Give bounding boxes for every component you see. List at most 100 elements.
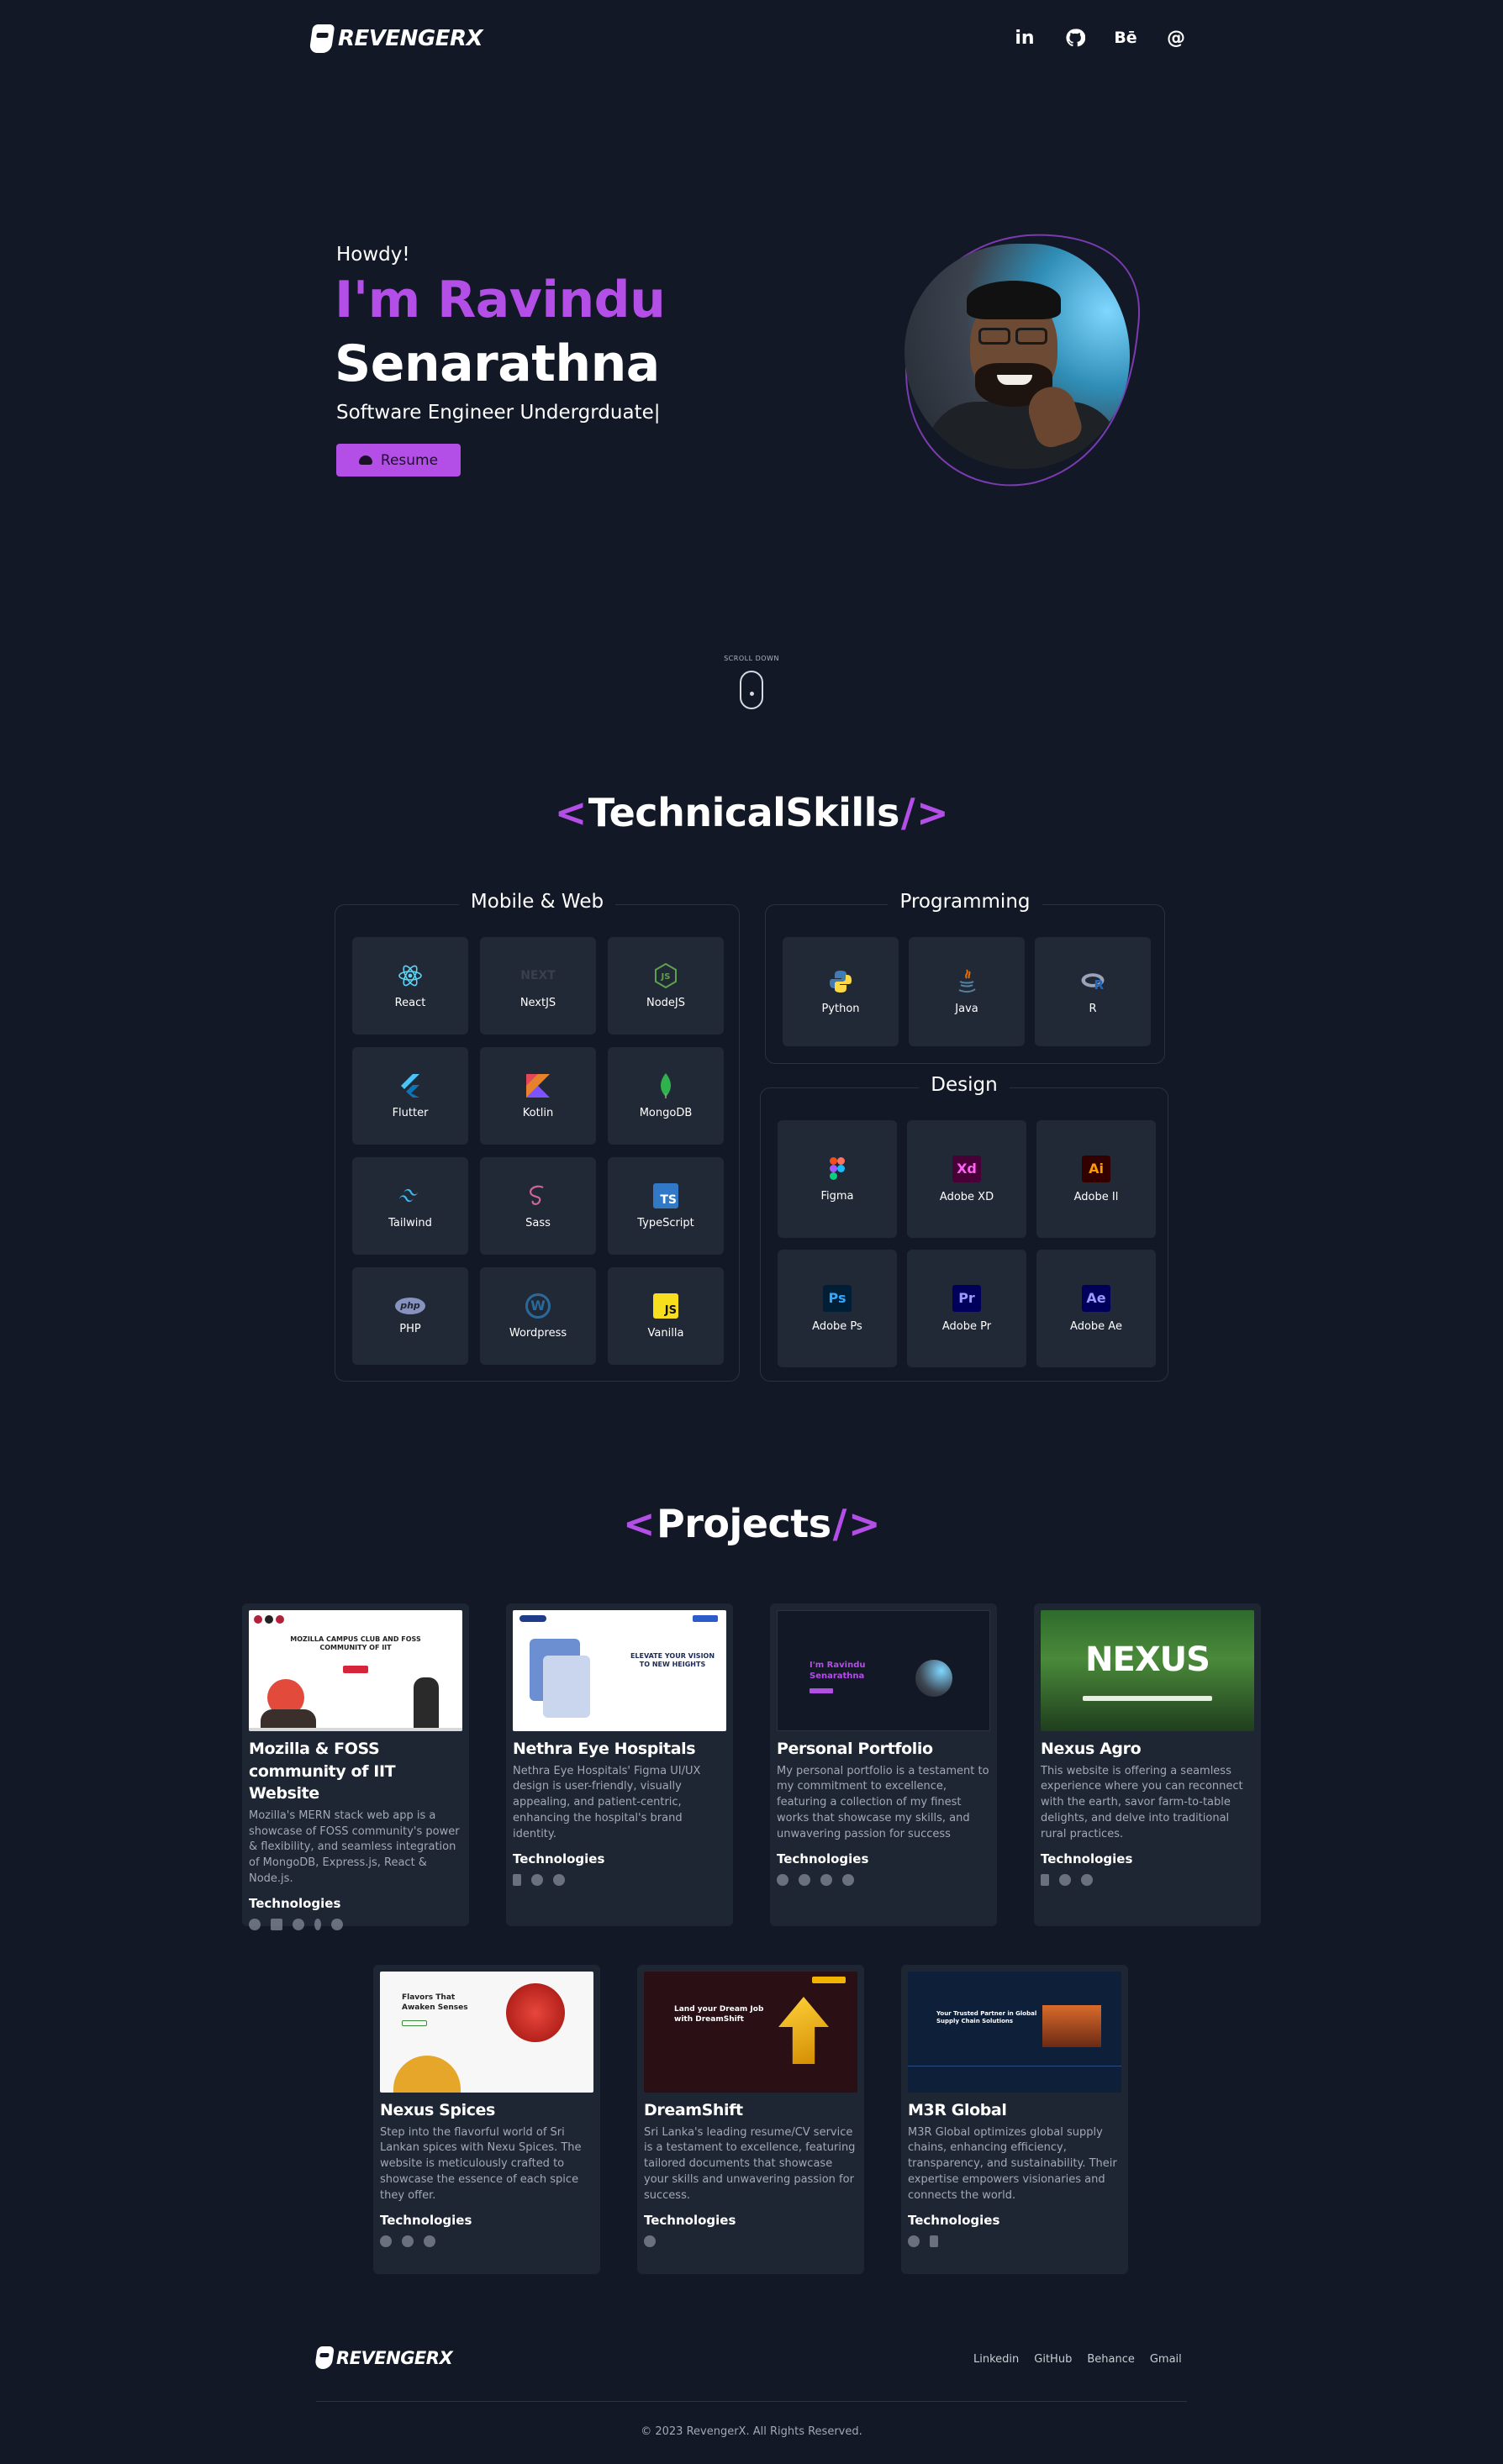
footer-link-behance[interactable]: Behance	[1087, 2353, 1135, 2366]
github-icon[interactable]	[1059, 22, 1091, 54]
skill-tile-adobe-ps[interactable]: Ps Adobe Ps	[778, 1250, 897, 1367]
skill-tile-r[interactable]: R R	[1035, 937, 1151, 1046]
project-title: Personal Portfolio	[777, 1740, 933, 1758]
skill-label: MongoDB	[639, 1106, 693, 1119]
logo-text: REVENGERX	[338, 26, 483, 51]
tailwind-icon	[799, 1873, 810, 1886]
skill-tile-vanilla[interactable]: JS Vanilla	[608, 1267, 724, 1365]
site-logo[interactable]: REVENGERX	[309, 22, 483, 55]
react-icon	[398, 963, 423, 988]
skill-tile-kotlin[interactable]: Kotlin	[480, 1047, 596, 1145]
skill-tile-flutter[interactable]: Flutter	[352, 1047, 468, 1145]
skill-tile-adobe-pr[interactable]: Pr Adobe Pr	[907, 1250, 1026, 1367]
skill-tile-python[interactable]: Python	[783, 937, 899, 1046]
tech-icon-row	[249, 1916, 462, 1933]
skill-tile-adobe-xd[interactable]: Xd Adobe XD	[907, 1120, 1026, 1238]
wordpress-icon: W	[525, 1293, 551, 1319]
project-title: M3R Global	[908, 2101, 1007, 2119]
profile-photo-frame	[901, 234, 1142, 487]
footer-link-github[interactable]: GitHub	[1034, 2353, 1072, 2366]
email-icon[interactable]: @	[1160, 22, 1192, 54]
shot-heading: Your Trusted Partner in Global Supply Ch…	[936, 2010, 1037, 2025]
footer-link-linkedin[interactable]: Linkedin	[973, 2353, 1019, 2366]
shot-heading: I'm Ravindu Senarathna	[810, 1661, 866, 1681]
nodejs-icon	[293, 1919, 304, 1930]
tailwind-icon	[398, 1183, 423, 1208]
skill-tile-react[interactable]: React	[352, 937, 468, 1035]
project-screenshot: Your Trusted Partner in Global Supply Ch…	[908, 1972, 1121, 2093]
title-text: TechnicalSkills	[588, 790, 899, 835]
skills-group-programming: Programming Python Java R R	[765, 891, 1165, 1064]
skill-tile-java[interactable]: Java	[909, 937, 1025, 1046]
skill-label: Figma	[820, 1189, 854, 1203]
hero-name-first: I'm Ravindu	[335, 271, 666, 329]
skill-tile-sass[interactable]: Sass	[480, 1157, 596, 1255]
group-title: Mobile & Web	[458, 891, 616, 913]
footer-link-gmail[interactable]: Gmail	[1150, 2353, 1182, 2366]
skill-label: Adobe XD	[939, 1190, 994, 1203]
skill-label: Adobe Ps	[812, 1319, 862, 1333]
resume-button[interactable]: Resume	[336, 444, 461, 476]
nextjs-icon: NEXT	[520, 968, 556, 982]
project-card-portfolio[interactable]: I'm Ravindu Senarathna Personal Portfoli…	[770, 1603, 997, 1926]
project-card-nexus-agro[interactable]: NEXUS Nexus Agro This website is offerin…	[1034, 1603, 1261, 1926]
project-card-dreamshift[interactable]: Land your Dream Job with DreamShift Drea…	[637, 1965, 864, 2274]
copyright-text: © 2023 RevengerX. All Rights Reserved.	[641, 2425, 862, 2438]
skill-tile-adobe-ae[interactable]: Ae Adobe Ae	[1036, 1250, 1156, 1367]
project-screenshot: ELEVATE YOUR VISION TO NEW HEIGHTS	[513, 1610, 726, 1731]
tech-icon-row	[908, 2233, 1121, 2250]
javascript-icon: JS	[653, 1293, 678, 1319]
skill-tile-nodejs[interactable]: JS NodeJS	[608, 937, 724, 1035]
nextjs-icon	[1081, 1873, 1093, 1886]
project-title: Nexus Spices	[380, 2101, 495, 2119]
title-bracket-left: <	[622, 1501, 656, 1546]
skill-label: Vanilla	[647, 1326, 684, 1340]
project-card-nexus-spices[interactable]: Flavors That Awaken Senses Nexus Spices …	[373, 1965, 600, 2274]
skill-tile-typescript[interactable]: TS TypeScript	[608, 1157, 724, 1255]
skill-tile-mongodb[interactable]: MongoDB	[608, 1047, 724, 1145]
footer-logo[interactable]: REVENGERX	[314, 2346, 453, 2369]
project-screenshot: Land your Dream Job with DreamShift	[644, 1972, 857, 2093]
behance-icon[interactable]: Bē	[1110, 22, 1142, 54]
skills-group-web: Mobile & Web React NEXT NextJS JS NodeJS…	[335, 891, 740, 1382]
shot-heading: ELEVATE YOUR VISION TO NEW HEIGHTS	[630, 1652, 715, 1669]
mongodb-icon	[314, 1919, 321, 1930]
sass-icon	[331, 1919, 343, 1930]
project-title: Nexus Agro	[1041, 1740, 1142, 1758]
shot-heading: MOZILLA CAMPUS CLUB AND FOSS COMMUNITY O…	[290, 1635, 421, 1652]
skill-tile-nextjs[interactable]: NEXT NextJS	[480, 937, 596, 1035]
tech-icon-row	[513, 1872, 726, 1888]
skill-tile-wordpress[interactable]: W Wordpress	[480, 1267, 596, 1365]
tech-icon-row	[380, 2233, 593, 2250]
project-description: My personal portfolio is a testament to …	[777, 1764, 989, 1840]
logo-mark-icon	[314, 2346, 335, 2369]
skill-tile-figma[interactable]: Figma	[778, 1120, 897, 1238]
shot-heading: Flavors That Awaken Senses	[402, 1993, 468, 2012]
tailwind-icon	[553, 1873, 565, 1886]
skill-label: Kotlin	[522, 1106, 554, 1119]
nextjs-icon	[380, 2235, 392, 2247]
project-card-m3r[interactable]: Your Trusted Partner in Global Supply Ch…	[901, 1965, 1128, 2274]
skill-label: Adobe Pr	[941, 1319, 992, 1333]
scroll-mouse-icon[interactable]	[740, 671, 763, 709]
logo-text: REVENGERX	[336, 2347, 453, 2368]
linkedin-icon[interactable]: in	[1009, 22, 1041, 54]
footer-divider	[316, 2401, 1187, 2402]
project-card-nethra[interactable]: ELEVATE YOUR VISION TO NEW HEIGHTS Nethr…	[506, 1603, 733, 1926]
skills-section-title: < TechnicalSkills / >	[0, 790, 1503, 835]
sass-icon	[525, 1183, 551, 1208]
skill-label: Wordpress	[509, 1326, 567, 1340]
skill-label: NodeJS	[646, 996, 685, 1009]
title-bracket-right: >	[847, 1501, 881, 1546]
skill-tile-adobe-il[interactable]: Ai Adobe Il	[1036, 1120, 1156, 1238]
footer-links: Linkedin GitHub Behance Gmail	[973, 2353, 1182, 2366]
project-card-mozilla[interactable]: MOZILLA CAMPUS CLUB AND FOSS COMMUNITY O…	[242, 1603, 469, 1930]
skill-tile-tailwind[interactable]: Tailwind	[352, 1157, 468, 1255]
skill-tile-php[interactable]: php PHP	[352, 1267, 468, 1365]
skill-label: React	[394, 996, 426, 1009]
tech-icon-row	[777, 1872, 990, 1888]
framer-icon	[842, 1873, 854, 1886]
project-description: Nethra Eye Hospitals' Figma UI/UX design…	[513, 1764, 701, 1840]
title-slash: /	[900, 790, 915, 835]
skill-label: Sass	[525, 1216, 551, 1229]
